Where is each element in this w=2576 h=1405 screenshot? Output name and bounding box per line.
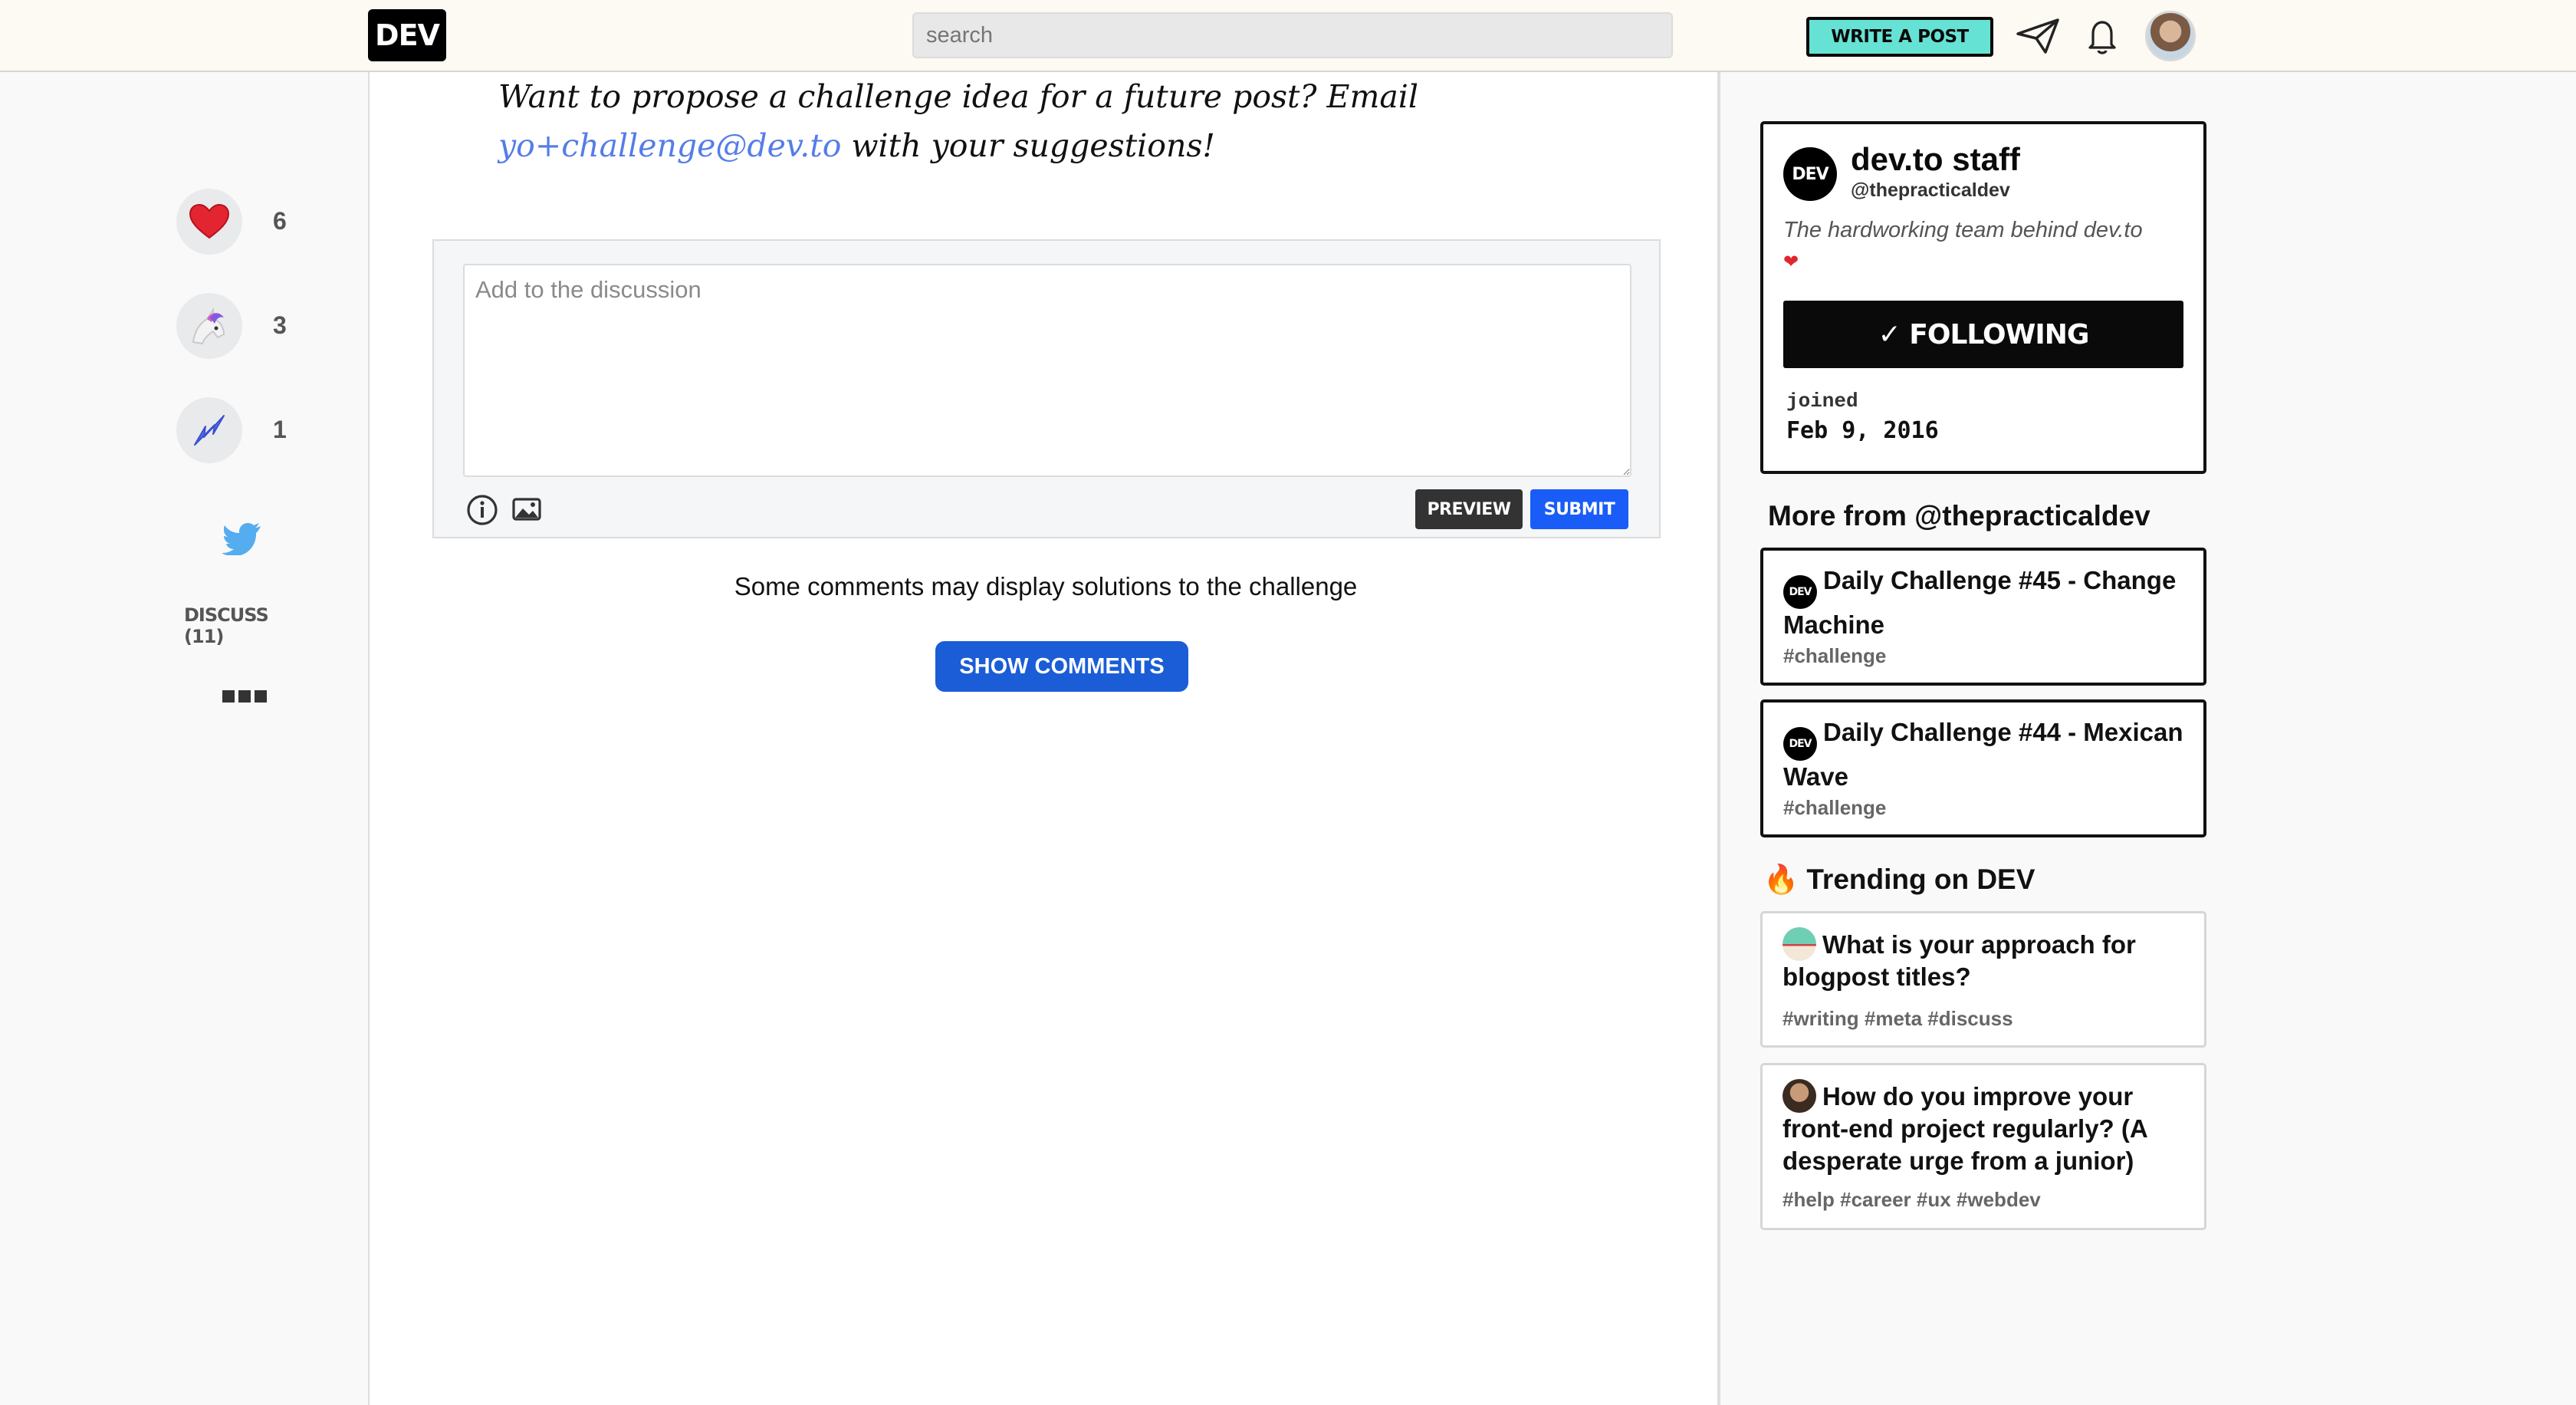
article-column: Want to propose a challenge idea for a f… (368, 72, 1720, 1405)
dev-logo-icon: DEV (1783, 575, 1817, 609)
image-icon[interactable] (509, 492, 544, 528)
trending-heading-text: Trending on DEV (1806, 864, 2036, 895)
discuss-link[interactable]: DISCUSS (11) (184, 604, 304, 647)
closing-text-end: with your suggestions! (841, 127, 1215, 164)
more-from-heading: More from @thepracticaldev (1768, 500, 2150, 531)
joined-label: joined (1786, 390, 1858, 413)
more-from-post[interactable]: DEV Daily Challenge #45 - Change Machine … (1760, 548, 2206, 686)
post-tags[interactable]: #challenge (1783, 644, 1886, 668)
closing-text: Want to propose a challenge idea for a f… (498, 78, 1419, 115)
comment-textarea[interactable] (463, 264, 1631, 477)
trending-post[interactable]: What is your approach for blogpost title… (1760, 911, 2206, 1048)
top-navbar: DEV WRITE A POST (0, 0, 2576, 72)
bookmark-icon (194, 415, 225, 446)
search-input[interactable] (912, 12, 1673, 58)
bookmark-count: 1 (273, 416, 287, 443)
post-title-text: Daily Challenge #44 - Mexican Wave (1783, 718, 2183, 791)
unicorn-reaction-button[interactable] (176, 293, 242, 359)
heart-count: 6 (273, 207, 287, 235)
joined-date: Feb 9, 2016 (1786, 417, 1939, 444)
more-from-post[interactable]: DEV Daily Challenge #44 - Mexican Wave #c… (1760, 699, 2206, 837)
post-tags[interactable]: #writing #meta #discuss (1783, 1007, 2013, 1031)
profile-bio-text: The hardworking team behind dev.to (1783, 218, 2143, 242)
heart-icon: ❤ (1783, 252, 1799, 272)
bell-icon[interactable] (2079, 15, 2125, 57)
post-title: DEV Daily Challenge #44 - Mexican Wave (1783, 716, 2190, 793)
profile-name[interactable]: dev.to staff (1851, 141, 2020, 178)
profile-handle[interactable]: @thepracticaldev (1851, 179, 2010, 202)
heart-reaction-button[interactable] (176, 189, 242, 255)
info-icon[interactable] (465, 492, 500, 528)
user-avatar[interactable] (2145, 11, 2196, 61)
dot-icon (222, 690, 235, 702)
post-title-text: How do you improve your front-end projec… (1783, 1082, 2147, 1175)
fire-icon: 🔥 (1763, 864, 1799, 895)
following-button[interactable]: ✓ FOLLOWING (1783, 301, 2183, 368)
post-title: What is your approach for blogpost title… (1783, 927, 2189, 993)
bookmark-reaction-button[interactable] (176, 397, 242, 463)
preview-button[interactable]: PREVIEW (1415, 489, 1523, 529)
post-title-text: What is your approach for blogpost title… (1783, 930, 2136, 991)
profile-bio: The hardworking team behind dev.to ❤ (1783, 215, 2182, 278)
post-title: DEV Daily Challenge #45 - Change Machine (1783, 564, 2190, 641)
post-tags[interactable]: #challenge (1783, 796, 1886, 820)
dev-logo-icon: DEV (1783, 727, 1817, 761)
trending-post[interactable]: How do you improve your front-end projec… (1760, 1063, 2206, 1230)
profile-card: DEV dev.to staff @thepracticaldev The ha… (1760, 121, 2206, 474)
comment-form: PREVIEW SUBMIT (432, 239, 1661, 538)
trending-heading: 🔥 Trending on DEV (1763, 864, 2035, 897)
more-options-button[interactable] (222, 690, 268, 706)
show-comments-button[interactable]: SHOW COMMENTS (935, 641, 1188, 692)
solutions-warning: Some comments may display solutions to t… (734, 572, 1358, 600)
dot-icon (255, 690, 267, 702)
paper-plane-icon[interactable] (2015, 15, 2061, 57)
post-title: How do you improve your front-end projec… (1783, 1079, 2189, 1177)
article-closing-paragraph: Want to propose a challenge idea for a f… (498, 72, 1618, 170)
unicorn-icon (192, 307, 225, 345)
unicorn-count: 3 (273, 311, 287, 339)
post-tags[interactable]: #help #career #ux #webdev (1783, 1188, 2041, 1212)
author-avatar (1783, 927, 1816, 961)
submit-button[interactable]: SUBMIT (1530, 489, 1628, 529)
profile-logo[interactable]: DEV (1783, 147, 1837, 201)
write-a-post-button[interactable]: WRITE A POST (1806, 17, 1993, 57)
twitter-icon[interactable] (222, 522, 262, 555)
post-title-text: Daily Challenge #45 - Change Machine (1783, 566, 2177, 639)
author-avatar (1783, 1079, 1816, 1113)
challenge-email-link[interactable]: yo+challenge@dev.to (498, 127, 841, 164)
dot-icon (238, 690, 251, 702)
dev-logo[interactable]: DEV (368, 9, 446, 61)
heart-icon (189, 203, 230, 239)
